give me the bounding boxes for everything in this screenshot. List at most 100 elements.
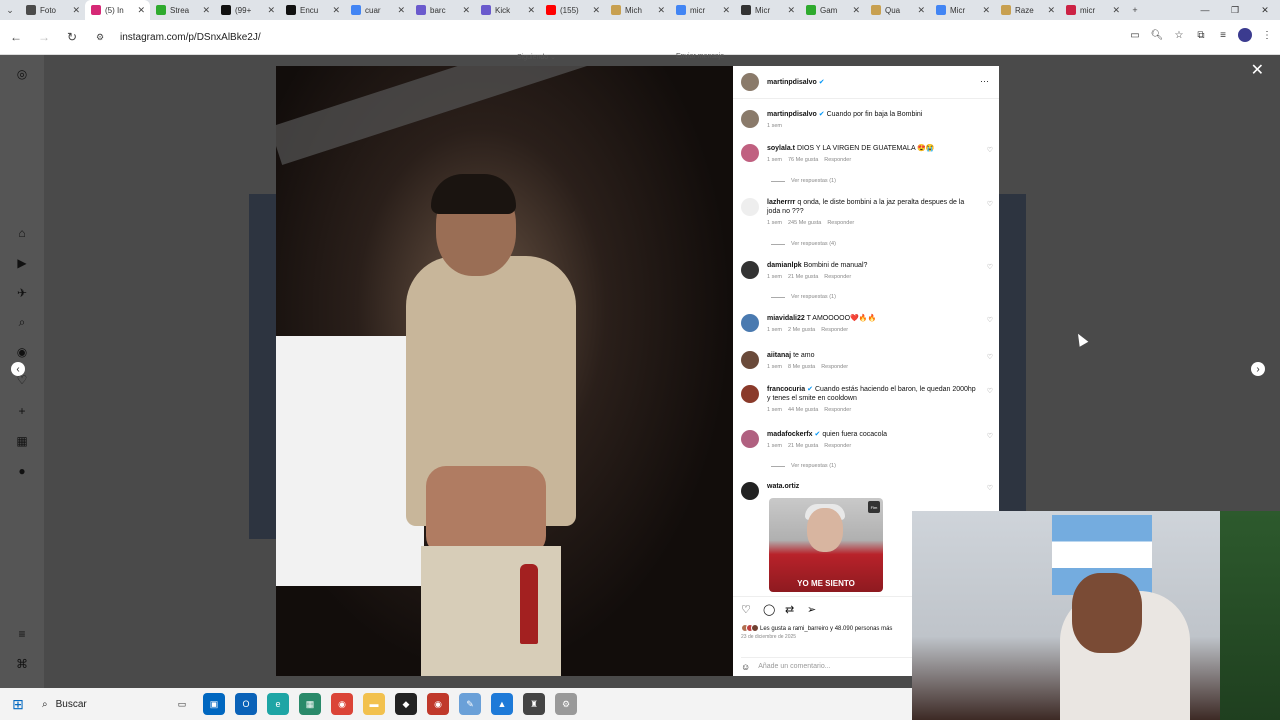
comment-username[interactable]: francocuria bbox=[767, 386, 805, 393]
browser-tab[interactable]: (155) ✕ bbox=[540, 0, 605, 20]
reply-link[interactable]: Responder bbox=[824, 274, 851, 280]
comment-like-icon[interactable]: ♡ bbox=[987, 200, 993, 226]
comment-username[interactable]: wata.ortiz bbox=[767, 483, 799, 490]
browser-tab[interactable]: Micr ✕ bbox=[930, 0, 995, 20]
comment-likes[interactable]: 44 Me gusta bbox=[788, 407, 818, 413]
url-field[interactable]: instagram.com/p/DSnxAlBke2J/ bbox=[120, 32, 261, 43]
commenter-avatar[interactable] bbox=[741, 261, 759, 279]
tab-close-icon[interactable]: ✕ bbox=[917, 5, 925, 16]
comment-username[interactable]: madafockerfx bbox=[767, 431, 813, 438]
browser-tab[interactable]: micr ✕ bbox=[1060, 0, 1125, 20]
app-icon[interactable]: ◆ bbox=[395, 693, 417, 715]
tab-close-icon[interactable]: ✕ bbox=[202, 5, 210, 16]
comment-like-icon[interactable]: ♡ bbox=[987, 316, 993, 333]
view-replies-link[interactable]: Ver respuestas (1) bbox=[771, 178, 836, 184]
more-options-icon[interactable]: ··· bbox=[980, 76, 989, 86]
browser-tab[interactable]: cuar ✕ bbox=[345, 0, 410, 20]
commenter-avatar[interactable] bbox=[741, 482, 759, 500]
forward-icon[interactable]: → bbox=[32, 25, 56, 49]
author-avatar[interactable] bbox=[741, 73, 759, 91]
chrome-alt-icon[interactable]: ◉ bbox=[427, 693, 449, 715]
tab-list-icon[interactable]: ⌄ bbox=[0, 0, 20, 20]
game-icon[interactable]: ♜ bbox=[523, 693, 545, 715]
reply-link[interactable]: Responder bbox=[821, 327, 848, 333]
reels-icon[interactable]: ▶ bbox=[15, 256, 29, 270]
close-modal-icon[interactable]: ✕ bbox=[1251, 60, 1264, 80]
tab-close-icon[interactable]: ✕ bbox=[332, 5, 340, 16]
file-explorer-icon[interactable]: ▬ bbox=[363, 693, 385, 715]
profile-icon[interactable]: ● bbox=[15, 464, 29, 478]
tab-close-icon[interactable]: ✕ bbox=[657, 5, 665, 16]
install-app-icon[interactable]: ▭ bbox=[1128, 28, 1142, 42]
tab-close-icon[interactable]: ✕ bbox=[1112, 5, 1120, 16]
chrome-icon[interactable]: ◉ bbox=[331, 693, 353, 715]
comment-likes[interactable]: 21 Me gusta bbox=[788, 443, 818, 449]
comment-likes[interactable]: 2 Me gusta bbox=[788, 327, 815, 333]
instagram-logo-icon[interactable]: ◎ bbox=[15, 67, 29, 81]
share-icon[interactable]: ➢ bbox=[807, 603, 816, 616]
tab-close-icon[interactable]: ✕ bbox=[852, 5, 860, 16]
browser-tab[interactable]: Qua ✕ bbox=[865, 0, 930, 20]
windows-start-icon[interactable]: ⊞ bbox=[0, 688, 36, 720]
new-tab-button[interactable]: + bbox=[1125, 0, 1145, 20]
tab-close-icon[interactable]: ✕ bbox=[787, 5, 795, 16]
comment-username[interactable]: miavidali22 bbox=[767, 315, 805, 322]
reply-link[interactable]: Responder bbox=[824, 157, 851, 163]
comment-like-icon[interactable]: ♡ bbox=[987, 263, 993, 280]
minimize-button[interactable]: — bbox=[1190, 0, 1220, 20]
bookmark-star-icon[interactable]: ☆ bbox=[1172, 28, 1186, 42]
prev-post-icon[interactable]: ‹ bbox=[11, 362, 25, 376]
notes-icon[interactable]: ✎ bbox=[459, 693, 481, 715]
meta-icon[interactable]: ⌘ bbox=[15, 657, 29, 671]
reply-link[interactable]: Responder bbox=[824, 407, 851, 413]
back-icon[interactable]: ← bbox=[4, 25, 28, 49]
task-view-icon[interactable]: ▭ bbox=[171, 693, 193, 715]
browser-tab[interactable]: Kick ✕ bbox=[475, 0, 540, 20]
comment-likes[interactable]: 76 Me gusta bbox=[788, 157, 818, 163]
caption-username[interactable]: martinpdisalvo bbox=[767, 111, 817, 118]
messages-icon[interactable]: ✈ bbox=[15, 286, 29, 300]
browser-tab[interactable]: (5) In ✕ bbox=[85, 0, 150, 20]
reload-icon[interactable]: ↻ bbox=[60, 25, 84, 49]
repost-icon[interactable]: ⇄ bbox=[785, 603, 794, 616]
commenter-avatar[interactable] bbox=[741, 430, 759, 448]
comment-icon[interactable]: ◯ bbox=[763, 603, 775, 616]
comment-username[interactable]: damianlpk bbox=[767, 262, 802, 269]
comment-like-icon[interactable]: ♡ bbox=[987, 353, 993, 370]
next-post-icon[interactable]: › bbox=[1251, 362, 1265, 376]
settings-icon[interactable]: ⚙ bbox=[555, 693, 577, 715]
tab-close-icon[interactable]: ✕ bbox=[592, 5, 600, 16]
create-icon[interactable]: + bbox=[15, 404, 29, 418]
tab-close-icon[interactable]: ✕ bbox=[982, 5, 990, 16]
view-replies-link[interactable]: Ver respuestas (1) bbox=[771, 294, 836, 300]
more-menu-icon[interactable]: ≡ bbox=[15, 627, 29, 641]
browser-tab[interactable]: Encu ✕ bbox=[280, 0, 345, 20]
outlook-icon[interactable]: O bbox=[235, 693, 257, 715]
tab-close-icon[interactable]: ✕ bbox=[137, 5, 145, 16]
comment-username[interactable]: soylala.t bbox=[767, 145, 795, 152]
home-icon[interactable]: ⌂ bbox=[15, 226, 29, 240]
browser-tab[interactable]: (99+ ✕ bbox=[215, 0, 280, 20]
browser-tab[interactable]: barc ✕ bbox=[410, 0, 475, 20]
browser-tab[interactable]: Foto ✕ bbox=[20, 0, 85, 20]
site-info-icon[interactable]: ⚙ bbox=[88, 25, 112, 49]
gif-comment[interactable]: Flm YO ME SIENTO bbox=[769, 498, 883, 592]
maximize-button[interactable]: ❐ bbox=[1220, 0, 1250, 20]
add-comment-input[interactable]: Añade un comentario... bbox=[758, 663, 830, 670]
commenter-avatar[interactable] bbox=[741, 198, 759, 216]
comment-like-icon[interactable]: ♡ bbox=[987, 146, 993, 163]
browser-menu-icon[interactable]: ⋮ bbox=[1260, 28, 1274, 42]
comment-likes[interactable]: 245 Me gusta bbox=[788, 220, 821, 226]
browser-tab[interactable]: Raze ✕ bbox=[995, 0, 1060, 20]
media-icon[interactable]: ≡ bbox=[1216, 28, 1230, 42]
browser-tab[interactable]: Micr ✕ bbox=[735, 0, 800, 20]
tab-close-icon[interactable]: ✕ bbox=[72, 5, 80, 16]
commenter-avatar[interactable] bbox=[741, 385, 759, 403]
comment-likes[interactable]: 21 Me gusta bbox=[788, 274, 818, 280]
comment-username[interactable]: aiitanaj bbox=[767, 352, 791, 359]
tab-close-icon[interactable]: ✕ bbox=[462, 5, 470, 16]
extensions-icon[interactable]: ⧉ bbox=[1194, 28, 1208, 42]
tab-close-icon[interactable]: ✕ bbox=[1047, 5, 1055, 16]
profile-avatar[interactable] bbox=[1238, 28, 1252, 42]
commenter-avatar[interactable] bbox=[741, 314, 759, 332]
